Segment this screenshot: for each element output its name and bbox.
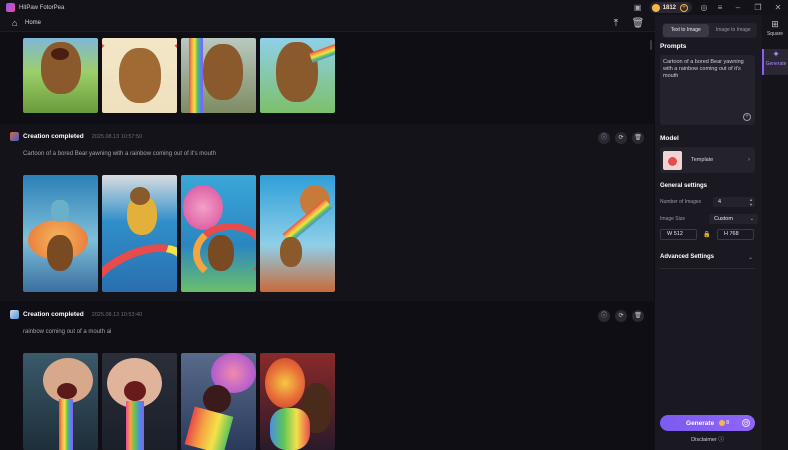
general-settings-label: General settings [660, 183, 708, 189]
number-of-images-label: Number of Images [660, 198, 702, 205]
add-prompt-icon[interactable]: + [743, 113, 751, 121]
restore-button[interactable]: ❐ [748, 3, 768, 12]
generate-cost: 8 [726, 420, 729, 426]
credits-count: 1812 [662, 4, 676, 11]
disclaimer-label: Disclaimer [691, 437, 717, 443]
result-image[interactable] [260, 353, 335, 450]
creation-time: 2025.08.13 10:57:50 [91, 133, 143, 140]
regenerate-icon[interactable]: ⟳ [615, 310, 627, 322]
clock-icon[interactable]: ◷ [742, 419, 750, 427]
divider [660, 268, 755, 269]
model-name: Template [691, 157, 714, 163]
model-selector[interactable]: Template › [660, 147, 755, 173]
stepper-arrows-icon[interactable]: ▲ ▼ [749, 197, 753, 207]
upload-icon[interactable]: ⤒ [609, 17, 623, 30]
creation-card: Creation completed 2025.08.13 10:53:40 ⓘ… [0, 302, 654, 450]
sidebar-item-square[interactable]: ⊞ Square [762, 19, 788, 45]
prompt-textarea[interactable]: Cartoon of a bored Bear yawning with a r… [660, 55, 755, 125]
width-input[interactable]: W 512 [660, 229, 697, 240]
result-image[interactable] [23, 38, 98, 113]
regenerate-icon[interactable]: ⟳ [615, 132, 627, 144]
result-image[interactable] [181, 175, 256, 292]
grid-icon: ⊞ [771, 19, 779, 29]
creation-prompt: Cartoon of a bored Bear yawning with a r… [23, 151, 216, 157]
app-logo-icon [6, 3, 15, 12]
credits-badge[interactable]: 1812 + [649, 2, 692, 13]
result-image[interactable] [260, 175, 335, 292]
home-icon[interactable]: ⌂ [12, 18, 21, 28]
results-feed[interactable]: Creation completed 2025.08.13 10:57:50 ⓘ… [0, 32, 654, 450]
minimize-button[interactable]: – [728, 3, 748, 12]
sidebar-item-label: Square [766, 31, 784, 37]
image-size-select[interactable]: Custom ⌄ [709, 213, 758, 224]
home-bar: ⌂ Home ⤒ 🗑 [0, 15, 655, 32]
sidebar-item-label: Generate [765, 61, 787, 67]
image-size-row: Image Size Custom ⌄ [660, 213, 758, 224]
delete-icon[interactable]: 🗑 [632, 310, 644, 322]
advanced-settings-label: Advanced Settings [660, 254, 715, 260]
generate-button[interactable]: Generate 8 ◷ [660, 415, 755, 431]
delete-icon[interactable]: 🗑 [632, 132, 644, 144]
image-size-value: Custom [714, 215, 733, 222]
info-icon: ⓘ [718, 437, 724, 443]
chevron-right-icon: › [748, 157, 750, 163]
add-credits-icon[interactable]: + [680, 3, 688, 12]
result-image[interactable] [102, 175, 177, 292]
creation-title: Creation completed [23, 311, 84, 318]
sidebar: ⊞ Square ✦ Generate [762, 15, 788, 450]
gift-icon[interactable]: ▣ [633, 3, 643, 13]
settings-panel: Text to Image Image to Image Prompts Car… [655, 15, 762, 450]
title-bar: HitPaw FotorPea ▣ 1812 + ◎ ≡ – ❐ ✕ [0, 0, 788, 15]
close-button[interactable]: ✕ [768, 3, 788, 12]
tab-text-to-image[interactable]: Text to Image [663, 24, 709, 37]
creation-time: 2025.08.13 10:53:40 [91, 311, 143, 318]
result-image[interactable] [23, 175, 98, 292]
tab-image-to-image[interactable]: Image to Image [711, 24, 757, 37]
image-size-label: Image Size [660, 215, 686, 222]
generate-label: Generate [686, 419, 715, 427]
creation-card: Creation completed 2025.08.13 10:57:50 ⓘ… [0, 124, 654, 301]
creation-thumbnail [10, 310, 19, 319]
feed-scrollbar[interactable] [650, 40, 652, 50]
account-icon[interactable]: ◎ [699, 3, 709, 13]
result-image[interactable] [23, 353, 98, 450]
prompts-label: Prompts [660, 43, 687, 50]
number-of-images-stepper[interactable]: 4 ▲ ▼ [713, 196, 755, 207]
chevron-down-icon: ⌄ [747, 255, 753, 261]
creation-prompt: rainbow coming out of a mouth ai [23, 329, 112, 335]
info-icon[interactable]: ⓘ [598, 310, 610, 322]
trash-icon[interactable]: 🗑 [631, 17, 645, 30]
creation-thumbnail [10, 132, 19, 141]
chevron-down-icon: ⌄ [749, 215, 754, 222]
app-title: HitPaw FotorPea [19, 4, 65, 11]
mode-toggle: Text to Image Image to Image [662, 23, 757, 38]
sidebar-item-generate[interactable]: ✦ Generate [762, 49, 788, 75]
creation-title: Creation completed [23, 133, 84, 140]
home-label[interactable]: Home [25, 20, 41, 26]
coin-icon [651, 3, 660, 12]
disclaimer-link[interactable]: Disclaimer ⓘ [660, 435, 755, 443]
model-thumbnail [663, 150, 682, 170]
result-image[interactable] [102, 353, 177, 450]
menu-icon[interactable]: ≡ [715, 3, 725, 13]
model-label: Model [660, 135, 679, 142]
lock-icon[interactable]: 🔒 [703, 231, 711, 239]
coin-icon [719, 420, 726, 426]
sparkle-icon: ✦ [772, 49, 780, 59]
result-image[interactable] [181, 353, 256, 450]
number-of-images-row: Number of Images 4 ▲ ▼ [660, 196, 755, 207]
advanced-settings-toggle[interactable]: Advanced Settings ⌄ [660, 254, 755, 261]
result-image[interactable] [260, 38, 335, 113]
result-image[interactable] [181, 38, 256, 113]
previous-creation [0, 32, 654, 122]
info-icon[interactable]: ⓘ [598, 132, 610, 144]
height-input[interactable]: H 768 [717, 229, 754, 240]
number-of-images-value: 4 [718, 198, 722, 205]
result-image[interactable] [102, 38, 177, 113]
prompt-text: Cartoon of a bored Bear yawning with a r… [663, 59, 744, 79]
